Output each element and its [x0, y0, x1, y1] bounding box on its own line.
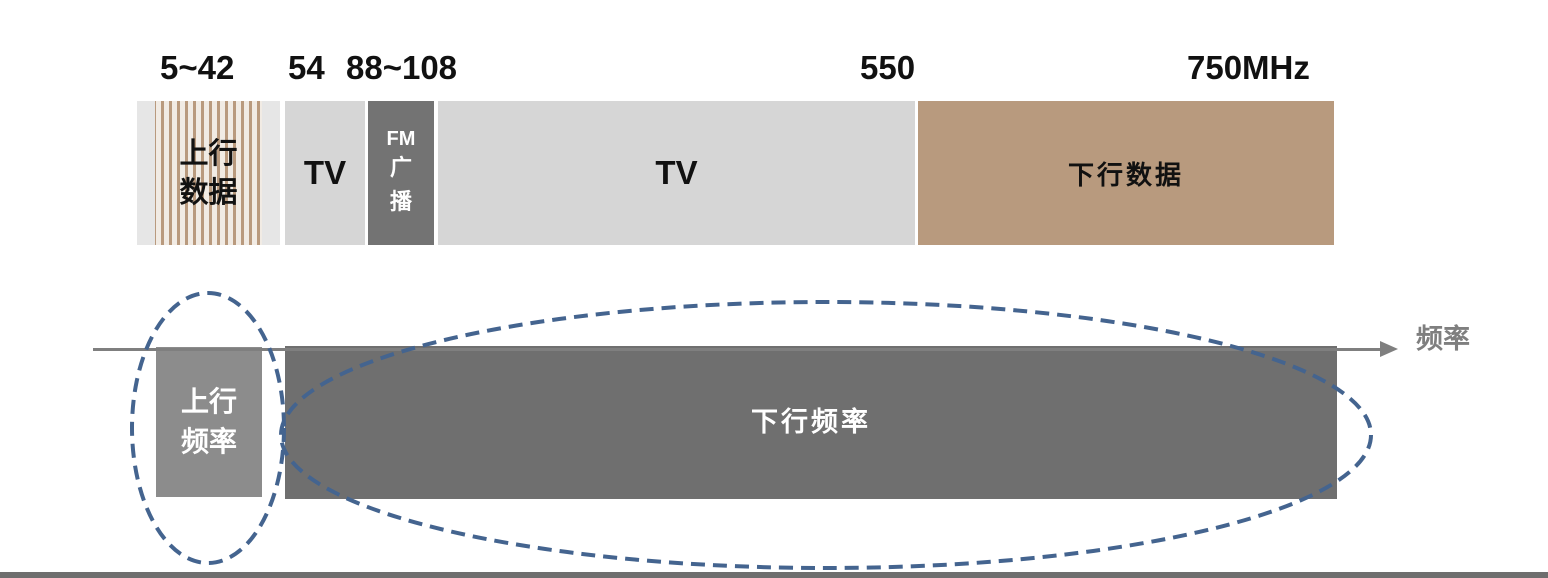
- upstream-frequency-box: 上行 频率: [156, 347, 262, 497]
- upstream-band-edge-right: [262, 101, 280, 245]
- frequency-axis-label: 频率: [1416, 324, 1470, 355]
- downstream-frequency-label: 下行频率: [751, 407, 871, 438]
- upstream-frequency-label-line1: 上行: [180, 385, 237, 418]
- upstream-data-label-line2: 数据: [179, 175, 238, 209]
- bottom-divider: [0, 572, 1548, 578]
- upstream-data-band: 上行 数据: [137, 101, 280, 245]
- upstream-frequency-label-line2: 频率: [180, 425, 237, 458]
- frequency-axis-arrowhead: [1380, 341, 1398, 357]
- frequency-axis-line: [93, 348, 1383, 351]
- upstream-data-label-line1: 上行: [179, 136, 238, 170]
- freq-label-5-42: 5~42: [160, 49, 235, 86]
- downstream-frequency-text-layer: 下行频率: [285, 0, 1337, 578]
- upstream-data-label: 上行 数据: [178, 134, 240, 212]
- upstream-band-edge-left: [137, 101, 155, 245]
- upstream-frequency-label: 上行 频率: [179, 382, 239, 462]
